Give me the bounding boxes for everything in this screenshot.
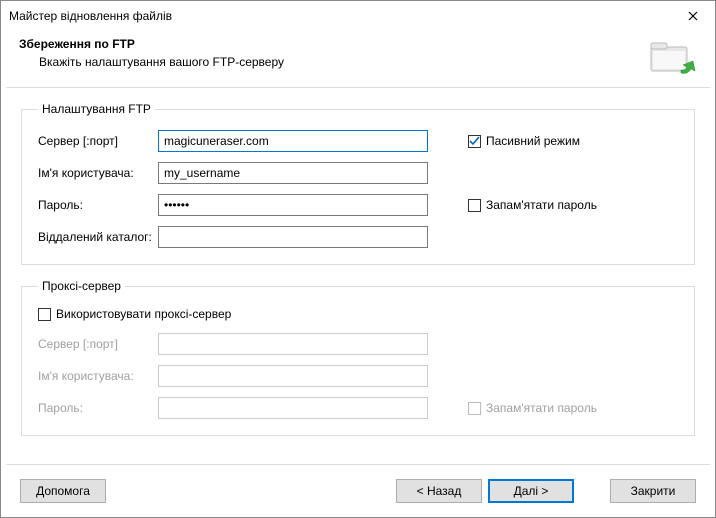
- use-proxy-label: Використовувати проксі-сервер: [56, 307, 231, 321]
- proxy-server-label: Сервер [:порт]: [38, 337, 158, 351]
- ftp-settings-group: Налаштування FTP Сервер [:порт] Пасивний…: [21, 102, 695, 265]
- use-proxy-checkbox[interactable]: Використовувати проксі-сервер: [38, 307, 231, 321]
- remember-password-checkbox[interactable]: Запам'ятати пароль: [468, 198, 597, 212]
- proxy-remember-password-label: Запам'ятати пароль: [486, 401, 597, 415]
- username-input[interactable]: [158, 162, 428, 184]
- page-title: Збереження по FTP: [19, 37, 647, 51]
- username-label: Ім'я користувача:: [38, 166, 158, 180]
- checkbox-icon: [468, 199, 481, 212]
- page-subtitle: Вкажіть налаштування вашого FTP-серверу: [19, 55, 647, 69]
- remember-password-label: Запам'ятати пароль: [486, 198, 597, 212]
- close-button[interactable]: Закрити: [610, 479, 696, 503]
- wizard-window: Майстер відновлення файлів Збереження по…: [0, 0, 716, 518]
- checkbox-icon: [38, 308, 51, 321]
- ftp-legend: Налаштування FTP: [38, 102, 155, 116]
- folder-upload-icon: [647, 37, 697, 77]
- proxy-settings-group: Проксі-сервер Використовувати проксі-сер…: [21, 279, 695, 436]
- password-label: Пароль:: [38, 198, 158, 212]
- help-button[interactable]: Допомога: [20, 479, 106, 503]
- password-input[interactable]: [158, 194, 428, 216]
- close-icon[interactable]: [679, 6, 707, 26]
- proxy-remember-password-checkbox: Запам'ятати пароль: [468, 401, 597, 415]
- remote-dir-input[interactable]: [158, 226, 428, 248]
- proxy-password-input: [158, 397, 428, 419]
- server-input[interactable]: [158, 130, 428, 152]
- next-button[interactable]: Далі >: [488, 479, 574, 503]
- proxy-server-input: [158, 333, 428, 355]
- titlebar: Майстер відновлення файлів: [1, 1, 715, 31]
- passive-mode-checkbox[interactable]: Пасивний режим: [468, 134, 580, 148]
- proxy-username-label: Ім'я користувача:: [38, 369, 158, 383]
- body: Налаштування FTP Сервер [:порт] Пасивний…: [1, 88, 715, 464]
- window-title: Майстер відновлення файлів: [9, 9, 172, 23]
- proxy-username-input: [158, 365, 428, 387]
- passive-mode-label: Пасивний режим: [486, 134, 580, 148]
- back-button[interactable]: < Назад: [396, 479, 482, 503]
- remote-dir-label: Віддалений каталог:: [38, 230, 158, 244]
- proxy-legend: Проксі-сервер: [38, 279, 125, 293]
- proxy-password-label: Пароль:: [38, 401, 158, 415]
- footer: Допомога < Назад Далі > Закрити: [6, 464, 710, 517]
- checkbox-icon: [468, 135, 481, 148]
- header: Збереження по FTP Вкажіть налаштування в…: [1, 31, 715, 87]
- checkbox-icon: [468, 402, 481, 415]
- server-label: Сервер [:порт]: [38, 134, 158, 148]
